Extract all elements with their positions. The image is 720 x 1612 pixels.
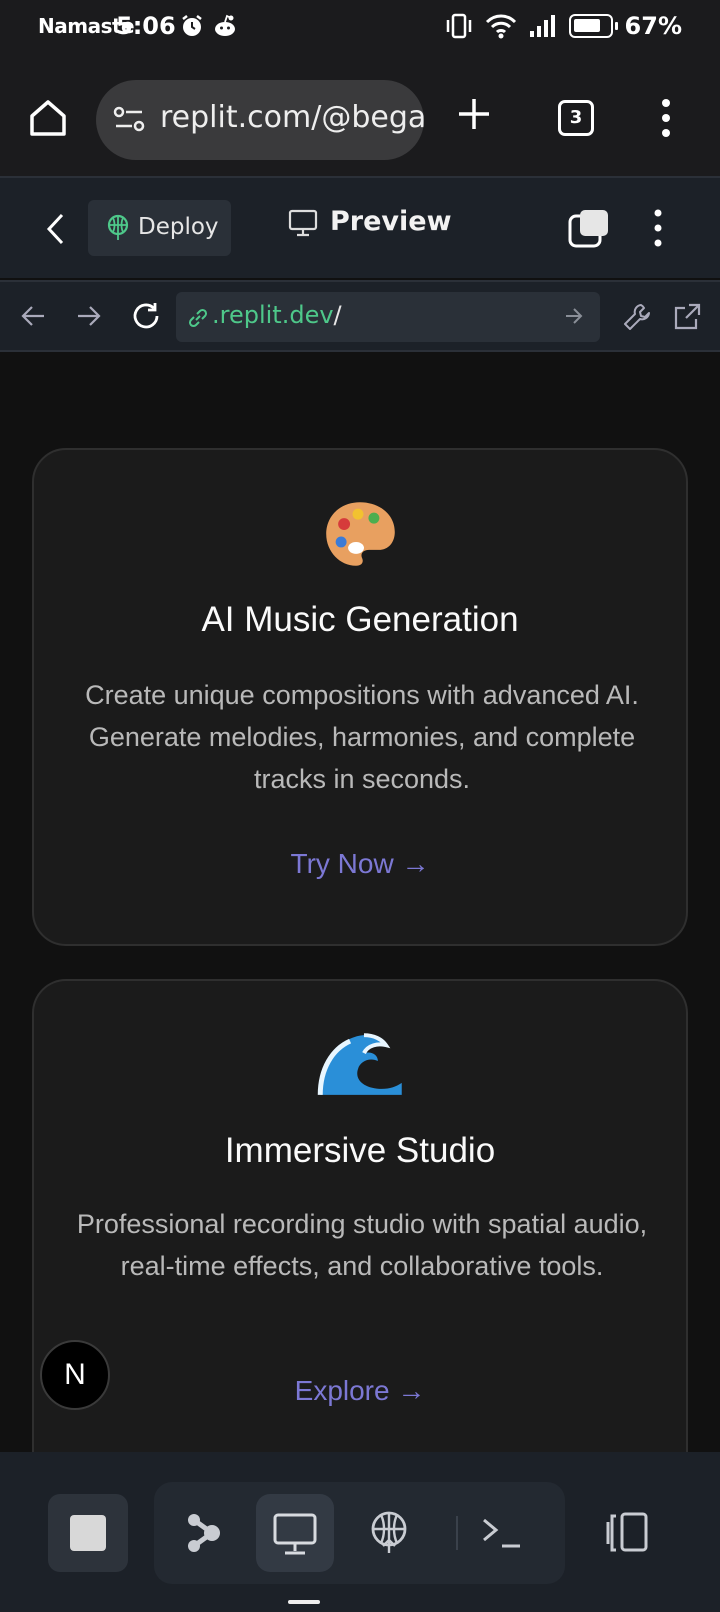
battery-icon <box>568 14 618 38</box>
split-view-icon[interactable] <box>604 1512 652 1552</box>
terminal-icon <box>483 1518 520 1548</box>
webview-toolbar: .replit.dev/ <box>0 280 720 352</box>
clock: 5:06 <box>116 12 176 40</box>
webview-address-text: .replit.dev/ <box>212 301 342 329</box>
replit-bottom-toolbar <box>0 1452 720 1612</box>
signal-icon <box>529 15 555 37</box>
nextjs-badge[interactable]: N <box>40 1340 110 1410</box>
card-title: Immersive Studio <box>224 1131 496 1170</box>
reload-icon[interactable] <box>130 300 162 332</box>
agent-button[interactable] <box>162 1494 240 1572</box>
open-external-icon[interactable] <box>672 302 702 332</box>
webview-address-field[interactable]: .replit.dev/ <box>176 292 600 342</box>
reddit-icon <box>215 14 235 36</box>
wrench-icon[interactable] <box>622 302 652 332</box>
preview-tab[interactable]: Preview <box>288 206 452 242</box>
new-tab-icon[interactable] <box>456 96 492 132</box>
explore-link[interactable]: Explore → <box>34 1375 686 1407</box>
deploy-button[interactable]: Deploy <box>88 200 231 256</box>
notification-icons <box>180 14 238 38</box>
card-description: Create unique compositions with advanced… <box>85 680 639 794</box>
deploy-label: Deploy <box>138 214 219 240</box>
agent-icon <box>188 1514 220 1552</box>
monitor-icon <box>273 1513 317 1555</box>
status-bar: Namaste 5:06 67% <box>0 0 720 56</box>
browser-toolbar: replit.com/@bega 3 <box>0 72 720 168</box>
deploy-icon <box>107 214 129 240</box>
stop-icon <box>70 1515 106 1551</box>
webview-forward-icon[interactable] <box>76 304 102 328</box>
toolbar-divider <box>456 1516 458 1550</box>
system-status: 67% <box>445 12 682 40</box>
preview-label: Preview <box>330 206 452 237</box>
feature-card: Immersive Studio Professional recording … <box>32 979 688 1459</box>
stop-button[interactable] <box>48 1494 128 1572</box>
replit-menu-icon[interactable] <box>652 208 664 248</box>
vibrate-icon <box>446 13 471 39</box>
battery-percent: 67% <box>624 12 682 40</box>
go-arrow-icon[interactable] <box>564 306 584 326</box>
tabs-stack-icon[interactable] <box>568 208 610 248</box>
site-settings-icon[interactable] <box>112 104 146 134</box>
card-title: AI Music Generation <box>201 600 519 639</box>
alarm-icon <box>182 15 202 36</box>
tool-group <box>154 1482 565 1584</box>
monitor-icon <box>288 209 318 237</box>
feature-card: AI Music Generation Create unique compos… <box>32 448 688 946</box>
tab-switcher-button[interactable]: 3 <box>558 100 594 136</box>
replit-header: Deploy Preview <box>0 176 720 278</box>
browser-chrome: Namaste 5:06 67% replit.com/@bega 3 <box>0 0 720 176</box>
url-text: replit.com/@bega <box>160 100 424 135</box>
home-icon[interactable] <box>26 96 70 140</box>
gesture-bar <box>288 1600 320 1604</box>
try-now-link[interactable]: Try Now → <box>34 848 686 880</box>
deploy-tool-button[interactable] <box>350 1494 428 1572</box>
palette-icon <box>326 502 395 566</box>
webview-back-icon[interactable] <box>20 304 46 328</box>
preview-tool-button[interactable] <box>256 1494 334 1572</box>
webview-content: AI Music Generation Create unique compos… <box>0 352 720 1459</box>
card-description: Professional recording studio with spati… <box>76 1209 648 1281</box>
url-bar[interactable]: replit.com/@bega <box>96 80 424 160</box>
browser-menu-icon[interactable] <box>660 98 672 138</box>
wave-icon <box>317 1033 402 1095</box>
deploy-icon <box>371 1511 407 1553</box>
shell-button[interactable] <box>464 1494 542 1572</box>
back-icon[interactable] <box>44 212 68 246</box>
wifi-icon <box>485 14 516 39</box>
link-icon <box>188 308 208 328</box>
